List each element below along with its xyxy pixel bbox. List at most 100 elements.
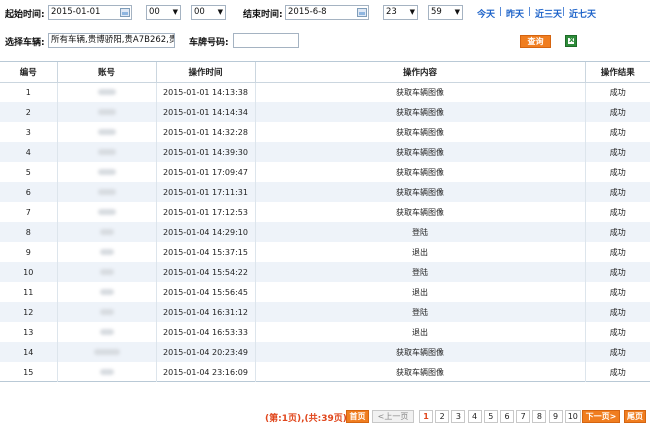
next-page-button[interactable]: 下一页> <box>582 410 620 423</box>
redacted-account <box>97 169 116 175</box>
cell-time: 2015-01-01 17:12:53 <box>156 202 256 222</box>
page-number-button[interactable]: 5 <box>483 410 498 423</box>
table-row[interactable]: 10 2015-01-04 15:54:22 登陆 成功 <box>0 262 650 282</box>
first-page-button[interactable]: 首页 <box>346 410 369 423</box>
redacted-account <box>97 109 116 115</box>
cell-result: 成功 <box>609 367 626 377</box>
cell-time: 2015-01-04 20:23:49 <box>156 342 256 362</box>
quick-3days-link[interactable]: 近三天 <box>535 7 562 20</box>
page-number-button[interactable]: 2 <box>435 410 450 423</box>
cell-action: 登陆 <box>255 222 586 242</box>
start-hour-select[interactable]: 00 ▼ <box>146 5 181 20</box>
table-row[interactable]: 12 2015-01-04 16:31:12 登陆 成功 <box>0 302 650 322</box>
start-date-input[interactable]: 2015-01-01 <box>48 5 132 20</box>
cell-result: 成功 <box>609 207 626 217</box>
cell-time: 2015-01-04 15:37:15 <box>156 242 256 262</box>
start-minute-value: 00 <box>194 7 205 17</box>
cell-result: 成功 <box>609 167 626 177</box>
cell-action: 获取车辆图像 <box>255 102 586 122</box>
table-row[interactable]: 13 2015-01-04 16:53:33 退出 成功 <box>0 322 650 342</box>
start-date-value: 2015-01-01 <box>51 7 101 17</box>
cell-result: 成功 <box>609 247 626 257</box>
table-row[interactable]: 7 2015-01-01 17:12:53 获取车辆图像 成功 <box>0 202 650 222</box>
quick-separator: | <box>499 7 503 17</box>
cell-no: 2 <box>0 102 58 122</box>
end-hour-select[interactable]: 23 ▼ <box>383 5 418 20</box>
table-row[interactable]: 11 2015-01-04 15:56:45 退出 成功 <box>0 282 650 302</box>
col-header-no[interactable]: 编号 <box>0 62 58 83</box>
calendar-icon[interactable] <box>357 8 367 17</box>
table-row[interactable]: 1 2015-01-01 14:13:38 获取车辆图像 成功 <box>0 82 650 102</box>
quick-7days-link[interactable]: 近七天 <box>569 7 596 20</box>
pagination: (第:1页),(共:39页) 首页 <上一页 1 2 3 4 5 6 7 8 9 10 下一页> … <box>0 410 650 424</box>
table-row[interactable]: 14 2015-01-04 20:23:49 获取车辆图像 成功 <box>0 342 650 362</box>
cell-no: 12 <box>0 302 58 322</box>
table-row[interactable]: 8 2015-01-04 14:29:10 登陆 成功 <box>0 222 650 242</box>
col-header-time[interactable]: 操作时间 <box>156 62 256 83</box>
redacted-account <box>99 269 114 275</box>
page-info: (第:1页),(共:39页) <box>265 414 347 424</box>
plate-input[interactable] <box>233 33 299 48</box>
table-row[interactable]: 15 2015-01-04 23:16:09 获取车辆图像 成功 <box>0 362 650 382</box>
table-row[interactable]: 2 2015-01-01 14:14:34 获取车辆图像 成功 <box>0 102 650 122</box>
page-number-button[interactable]: 1 <box>419 410 433 423</box>
start-time-label: 起始时间: <box>5 10 45 20</box>
cell-account <box>57 82 157 102</box>
table-row[interactable]: 6 2015-01-01 17:11:31 获取车辆图像 成功 <box>0 182 650 202</box>
table-row[interactable]: 4 2015-01-01 14:39:30 获取车辆图像 成功 <box>0 142 650 162</box>
page-number-button[interactable]: 6 <box>500 410 514 423</box>
table-header-row: 编号 账号 操作时间 操作内容 操作结果 <box>0 62 650 83</box>
last-page-button[interactable]: 尾页 <box>624 410 646 423</box>
prev-page-button[interactable]: <上一页 <box>372 410 414 423</box>
page-number-button[interactable]: 9 <box>548 410 563 423</box>
cell-result: 成功 <box>609 287 626 297</box>
vehicle-label: 选择车辆: <box>5 38 45 48</box>
cell-account <box>57 242 157 262</box>
page-number-button[interactable]: 7 <box>516 410 531 423</box>
quick-today-link[interactable]: 今天 <box>477 7 495 20</box>
end-date-input[interactable]: 2015-6-8 <box>285 5 369 20</box>
cell-time: 2015-01-01 17:11:31 <box>156 182 256 202</box>
cell-action: 获取车辆图像 <box>255 142 586 162</box>
cell-action: 获取车辆图像 <box>255 202 586 222</box>
cell-result: 成功 <box>585 302 650 322</box>
cell-time: 2015-01-01 14:39:30 <box>156 142 256 162</box>
cell-result: 成功 <box>585 262 650 282</box>
cell-account <box>57 162 157 182</box>
cell-action: 登陆 <box>255 262 586 282</box>
vehicle-select[interactable]: 所有车辆,贵博骄阳,贵A7B262,贵AF <box>48 33 175 48</box>
page-number-button[interactable]: 3 <box>451 410 466 423</box>
col-header-result[interactable]: 操作结果 <box>585 62 650 83</box>
table-row[interactable]: 5 2015-01-01 17:09:47 获取车辆图像 成功 <box>0 162 650 182</box>
end-time-label: 结束时间: <box>243 10 283 20</box>
cell-no: 3 <box>0 122 58 142</box>
page-number-button[interactable]: 10 <box>564 410 581 423</box>
cell-result: 成功 <box>585 142 650 162</box>
cell-result: 成功 <box>585 182 650 202</box>
cell-action: 获取车辆图像 <box>255 182 586 202</box>
start-minute-select[interactable]: 00 ▼ <box>191 5 226 20</box>
quick-yesterday-link[interactable]: 昨天 <box>506 7 524 20</box>
cell-account <box>57 122 157 142</box>
cell-time: 2015-01-01 14:13:38 <box>156 82 256 102</box>
calendar-icon[interactable] <box>120 8 130 17</box>
end-minute-select[interactable]: 59 ▼ <box>428 5 463 20</box>
redacted-account <box>99 369 114 375</box>
col-header-action[interactable]: 操作内容 <box>255 62 586 83</box>
quick-separator: | <box>562 7 566 17</box>
table-row[interactable]: 9 2015-01-04 15:37:15 退出 成功 <box>0 242 650 262</box>
cell-no: 6 <box>0 182 58 202</box>
cell-result: 成功 <box>585 102 650 122</box>
redacted-account <box>99 229 114 235</box>
col-header-account[interactable]: 账号 <box>57 62 157 83</box>
page-number-button[interactable]: 8 <box>532 410 547 423</box>
dropdown-arrow-icon: ▼ <box>172 8 178 16</box>
table-row[interactable]: 3 2015-01-01 14:32:28 获取车辆图像 成功 <box>0 122 650 142</box>
page-number-button[interactable]: 4 <box>467 410 482 423</box>
start-hour-value: 00 <box>149 7 160 17</box>
cell-action: 获取车辆图像 <box>255 122 586 142</box>
cell-result: 成功 <box>609 127 626 137</box>
query-button[interactable]: 查询 <box>520 35 551 48</box>
cell-no: 14 <box>0 342 58 362</box>
excel-export-icon[interactable] <box>565 35 577 47</box>
